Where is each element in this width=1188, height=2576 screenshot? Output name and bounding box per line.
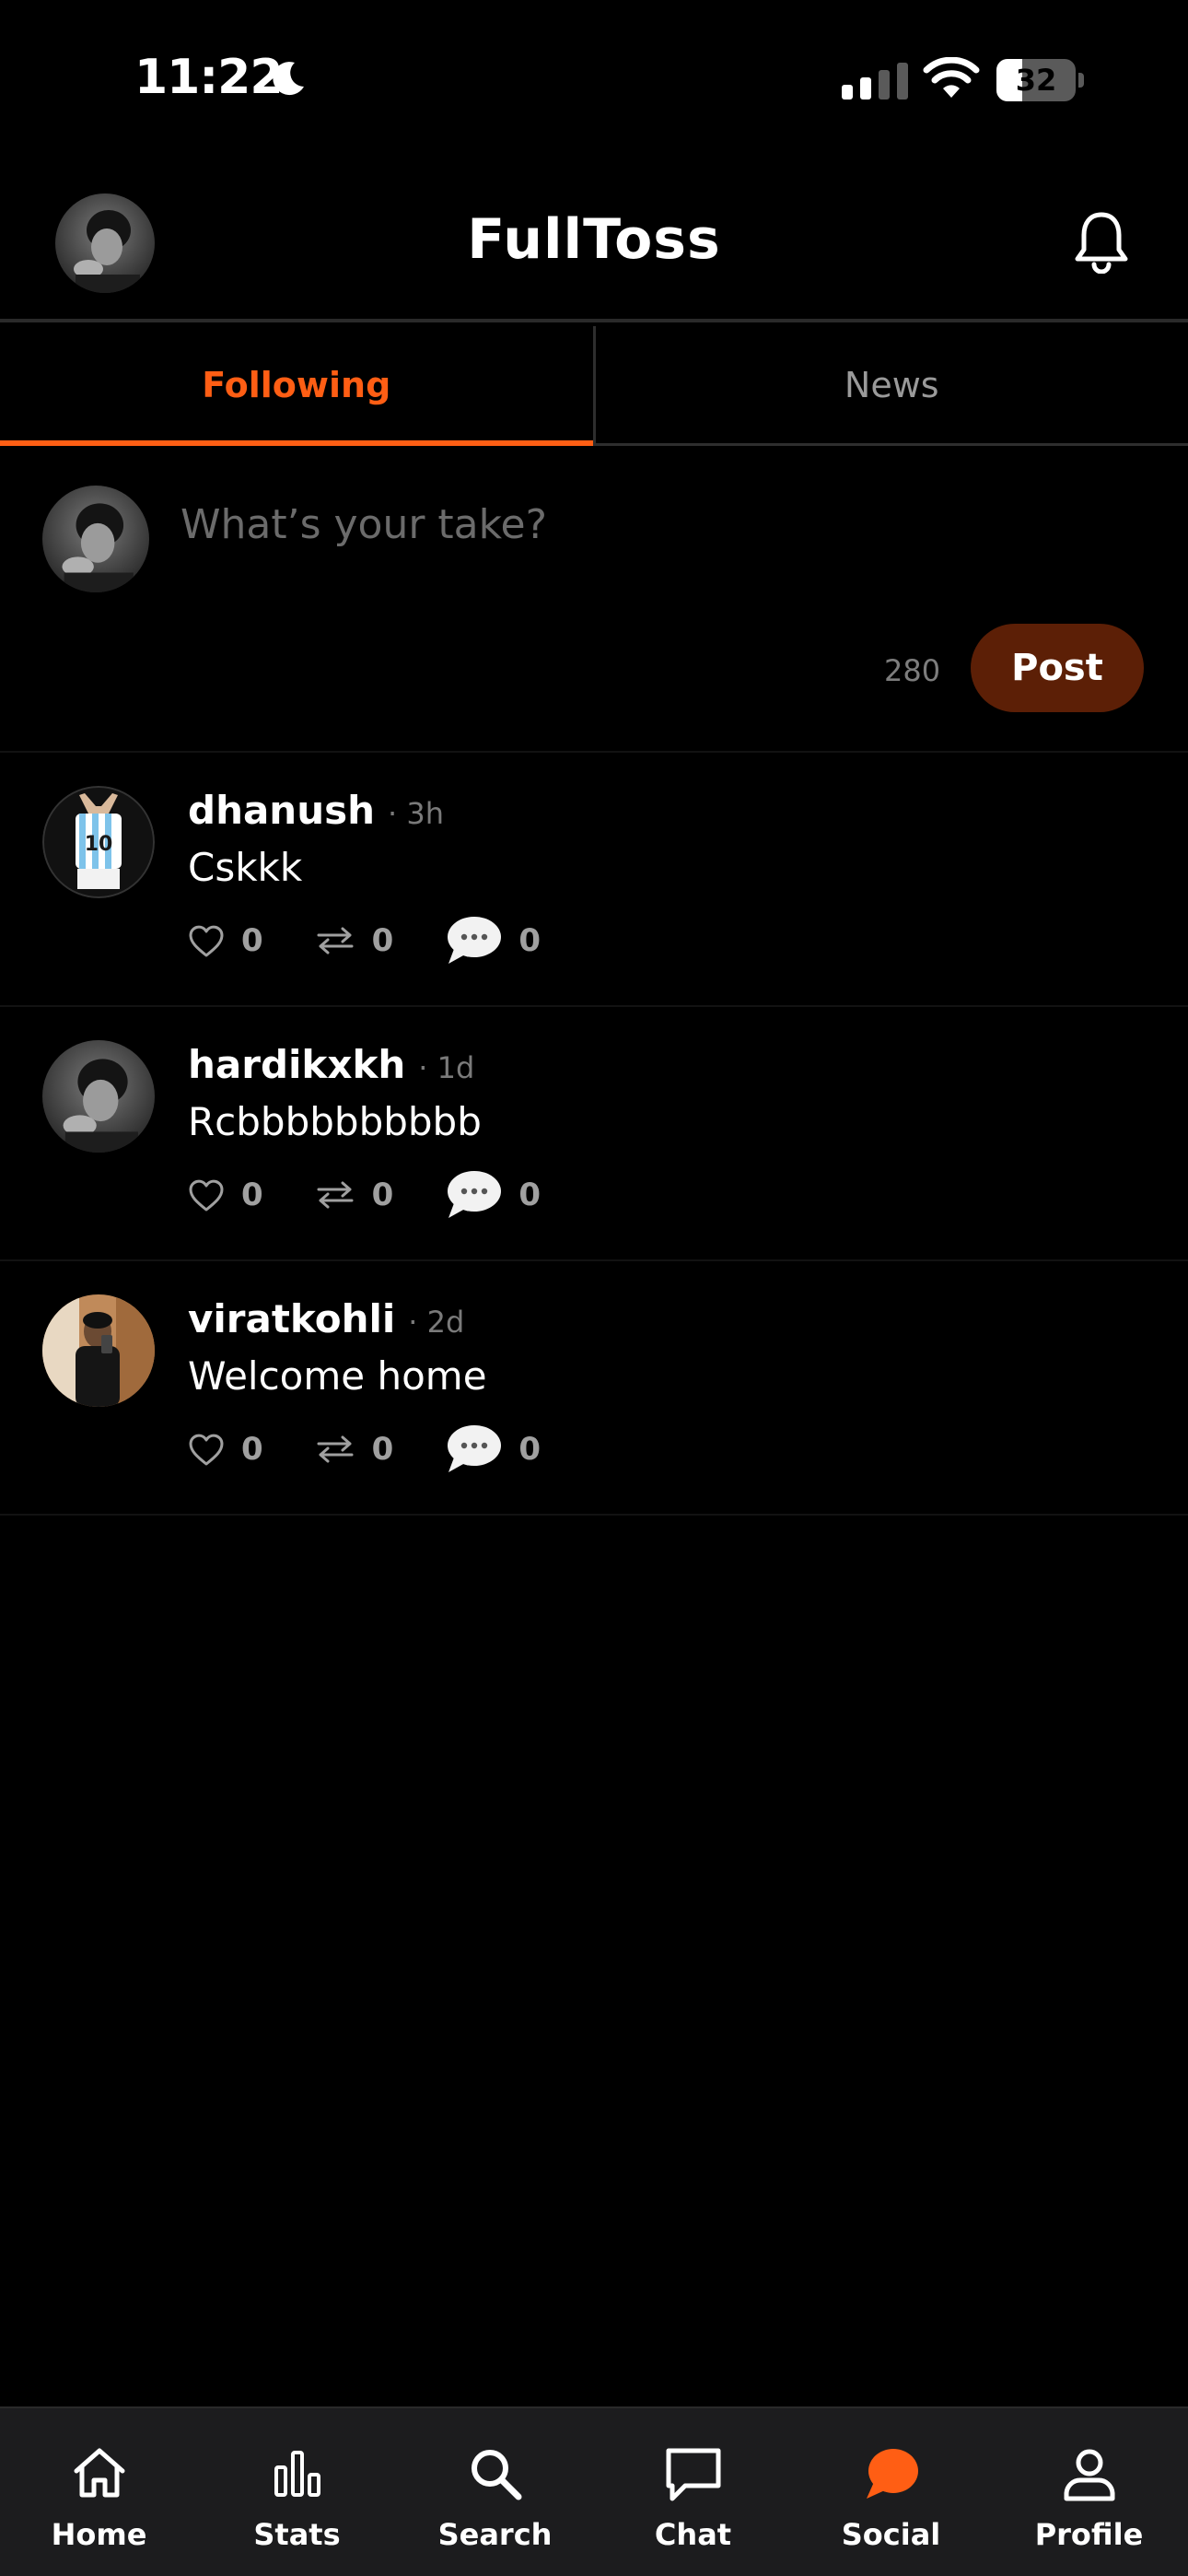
like-count: 0 (241, 922, 263, 959)
repost-icon (317, 927, 354, 954)
like-button[interactable]: 0 (188, 1177, 263, 1213)
post-composer: 280 Post (0, 449, 1188, 753)
repost-button[interactable]: 0 (315, 1177, 394, 1213)
svg-text:10: 10 (85, 833, 113, 856)
app-screen: 11:22 32 FullToss Following News What’s … (0, 0, 1188, 2576)
comment-button[interactable]: 0 (445, 914, 541, 967)
speech-bubble-icon (448, 1425, 502, 1472)
like-button[interactable]: 0 (188, 1431, 263, 1468)
post-button[interactable]: Post (971, 624, 1144, 712)
social-bubble-icon (866, 2449, 918, 2499)
nav-profile-label: Profile (1034, 2517, 1144, 2552)
battery-icon: 32 (996, 59, 1085, 101)
comment-button[interactable]: 0 (445, 1168, 541, 1222)
home-icon (74, 2448, 124, 2498)
post-username[interactable]: hardikxkh (188, 1042, 405, 1087)
comment-count: 0 (518, 1177, 542, 1213)
app-title: FullToss (467, 207, 721, 272)
wifi-icon (923, 57, 980, 98)
tab-news[interactable]: News (592, 326, 1188, 443)
composer-avatar (42, 486, 149, 592)
post-actions: 0 0 0 (188, 1169, 592, 1221)
nav-home-label: Home (51, 2517, 147, 2552)
speech-bubble-icon (448, 917, 502, 964)
repost-icon (317, 1181, 354, 1209)
post-header: hardikxkh · 1d (188, 1042, 474, 1087)
post-timestamp: · 3h (388, 796, 444, 831)
nav-search-label: Search (437, 2517, 553, 2552)
char-count: 280 (884, 653, 941, 688)
repost-icon (317, 1435, 354, 1463)
nav-social-label: Social (841, 2517, 941, 2552)
nav-stats[interactable]: Stats (198, 2408, 396, 2576)
app-header: FullToss (0, 161, 1188, 322)
post-header: dhanush · 3h (188, 788, 444, 833)
heart-icon (189, 1179, 224, 1212)
heart-icon (189, 925, 224, 957)
search-icon (471, 2450, 521, 2500)
nav-chat-label: Chat (654, 2517, 732, 2552)
bottom-nav: Home Stats Search Chat Social Profile (0, 2406, 1188, 2576)
post-actions: 0 0 0 (188, 915, 592, 966)
person-icon (1064, 2449, 1114, 2501)
repost-count: 0 (371, 1431, 394, 1468)
nav-profile[interactable]: Profile (990, 2408, 1188, 2576)
status-bar: 11:22 32 (0, 0, 1188, 161)
feed-post[interactable]: viratkohli · 2d Welcome home 0 0 0 (0, 1261, 1188, 1516)
cellular-signal-icon (842, 63, 908, 100)
notification-bell-icon[interactable] (1072, 209, 1131, 274)
speech-bubble-icon (448, 1171, 502, 1218)
post-username[interactable]: viratkohli (188, 1296, 395, 1341)
comment-count: 0 (518, 1431, 542, 1468)
post-actions: 0 0 0 (188, 1423, 592, 1475)
post-avatar[interactable] (42, 1040, 155, 1153)
post-text: Rcbbbbbbbbbb (188, 1099, 482, 1144)
moon-icon (273, 62, 304, 96)
repost-button[interactable]: 0 (315, 922, 394, 959)
nav-chat[interactable]: Chat (594, 2408, 792, 2576)
feed-post[interactable]: 10 dhanush · 3h Cskkk 0 0 0 (0, 753, 1188, 1007)
status-time: 11:22 (134, 50, 284, 105)
post-avatar[interactable] (42, 1294, 155, 1407)
chat-icon (666, 2448, 720, 2501)
repost-count: 0 (371, 1177, 394, 1213)
bar-chart-icon (274, 2451, 320, 2497)
nav-stats-label: Stats (253, 2517, 341, 2552)
feed-list: 10 dhanush · 3h Cskkk 0 0 0 hardikxkh · … (0, 753, 1188, 1516)
feed-tabs: Following News (0, 326, 1188, 446)
nav-home[interactable]: Home (0, 2408, 198, 2576)
tab-following[interactable]: Following (0, 326, 593, 446)
feed-post[interactable]: hardikxkh · 1d Rcbbbbbbbbbb 0 0 0 (0, 1007, 1188, 1261)
nav-social[interactable]: Social (792, 2408, 990, 2576)
battery-percent: 32 (1015, 63, 1057, 98)
post-header: viratkohli · 2d (188, 1296, 464, 1341)
repost-count: 0 (371, 922, 394, 959)
like-count: 0 (241, 1431, 263, 1468)
post-timestamp: · 1d (418, 1050, 475, 1085)
repost-button[interactable]: 0 (315, 1431, 394, 1468)
compose-input[interactable] (181, 487, 1138, 561)
post-timestamp: · 2d (408, 1305, 465, 1340)
comment-count: 0 (518, 922, 542, 959)
comment-button[interactable]: 0 (445, 1423, 541, 1476)
post-text: Welcome home (188, 1353, 487, 1399)
like-count: 0 (241, 1177, 263, 1213)
post-username[interactable]: dhanush (188, 788, 375, 833)
heart-icon (189, 1434, 224, 1466)
like-button[interactable]: 0 (188, 922, 263, 959)
post-avatar[interactable]: 10 (42, 786, 155, 898)
nav-search[interactable]: Search (396, 2408, 594, 2576)
post-text: Cskkk (188, 845, 303, 890)
